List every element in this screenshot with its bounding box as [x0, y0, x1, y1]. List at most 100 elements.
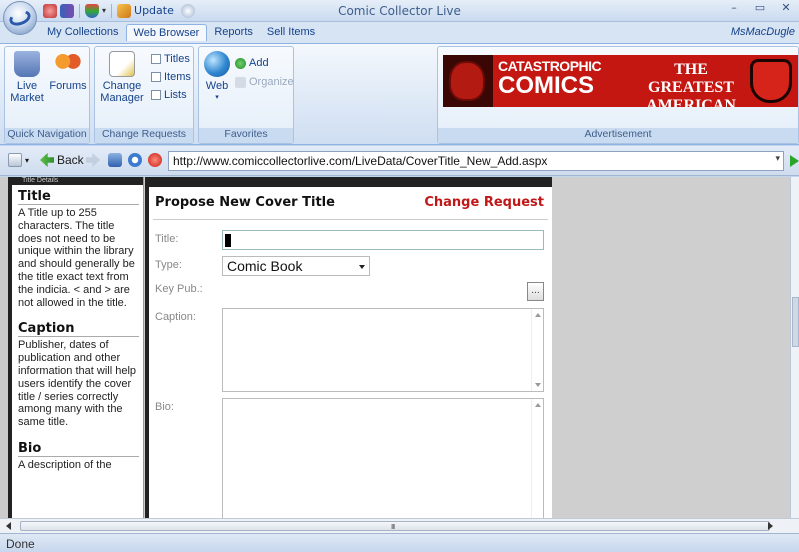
go-icon[interactable]: [790, 155, 799, 167]
stop-button[interactable]: [148, 153, 162, 167]
ad-headline: THE GREATEST AMERICAN HERO: [646, 61, 736, 107]
tab-reports[interactable]: Reports: [207, 24, 260, 41]
help-heading: Caption: [18, 317, 139, 338]
window-title: Comic Collector Live: [338, 4, 461, 18]
group-change-requests: Change Manager Titles Items Lists Change…: [94, 46, 194, 144]
tab-web-browser[interactable]: Web Browser: [125, 24, 208, 41]
url-text: http://www.comiccollectorlive.com/LiveDa…: [173, 154, 548, 168]
organize-button[interactable]: Organize: [235, 76, 294, 88]
dropdown-arrow-icon: ▾: [25, 155, 30, 165]
group-label: Advertisement: [438, 128, 798, 143]
help-section-title: Title A Title up to 255 characters. The …: [12, 185, 143, 317]
cover-title-form: Propose New Cover Title Change Request T…: [145, 177, 552, 523]
live-market-button[interactable]: Live Market: [9, 51, 45, 104]
group-label: Quick Navigation: [5, 128, 89, 143]
scroll-left-icon[interactable]: [6, 522, 11, 530]
tab-sell-items[interactable]: Sell Items: [260, 24, 322, 41]
caption-scrollbar[interactable]: [531, 309, 543, 391]
lists-label: Lists: [164, 89, 187, 101]
add-favorite-button[interactable]: Add: [235, 57, 269, 69]
live-market-label: Live Market: [10, 80, 44, 104]
close-button[interactable]: ✕: [773, 0, 799, 17]
caption-label: Caption:: [155, 311, 196, 323]
emblem-icon: [750, 59, 792, 103]
title-details-panel: Title Details Title A Title up to 255 ch…: [8, 177, 144, 518]
url-dropdown-icon[interactable]: ▾: [775, 153, 780, 164]
add-icon: [235, 57, 246, 69]
type-value: Comic Book: [227, 258, 303, 274]
refresh-icon: [128, 153, 142, 167]
restore-button[interactable]: ▭: [747, 0, 773, 17]
horizontal-scrollbar[interactable]: III: [0, 518, 799, 533]
ad-brand: CATASTROPHIC COMICS: [498, 58, 602, 99]
forums-button[interactable]: Forums: [49, 51, 87, 92]
back-button[interactable]: Back: [40, 153, 84, 167]
title-input[interactable]: [222, 230, 544, 250]
status-bar: Done: [0, 533, 799, 552]
app-menu-button[interactable]: [3, 1, 37, 35]
key-pub-label: Key Pub.:: [155, 283, 203, 295]
window-controls: – ▭ ✕: [721, 0, 799, 17]
panel-header: Title Details: [12, 177, 143, 185]
page-menu-button[interactable]: ▾: [8, 153, 29, 167]
lists-button[interactable]: Lists: [151, 89, 187, 101]
bio-label: Bio:: [155, 401, 174, 413]
help-section-bio: Bio A description of the: [12, 437, 143, 480]
titles-label: Titles: [164, 53, 190, 65]
scroll-right-icon[interactable]: [768, 522, 773, 530]
home-button[interactable]: [108, 153, 122, 167]
page-icon: [8, 153, 22, 167]
titles-button[interactable]: Titles: [151, 53, 190, 65]
ad-banner[interactable]: CATASTROPHIC COMICS THE GREATEST AMERICA…: [443, 55, 798, 107]
forward-button[interactable]: [86, 153, 100, 167]
home-icon: [108, 153, 122, 167]
cart-icon: [14, 51, 40, 77]
people-icon: [55, 51, 81, 77]
navigation-bar: ▾ Back http://www.comiccollectorlive.com…: [0, 146, 799, 176]
bio-scrollbar[interactable]: [531, 399, 543, 522]
type-label: Type:: [155, 259, 182, 271]
stop-icon: [148, 153, 162, 167]
web-dropdown-icon: ▾: [215, 94, 219, 101]
titles-icon: [151, 54, 161, 64]
notepad-icon: [109, 51, 135, 77]
change-manager-label: Change Manager: [100, 80, 144, 104]
title-bar: ▾ Update Comic Collector Live – ▭ ✕: [0, 0, 799, 22]
ribbon-tabs: My Collections Web Browser Reports Sell …: [0, 22, 799, 43]
items-button[interactable]: Items: [151, 71, 191, 83]
group-quick-navigation: Live Market Forums Quick Navigation: [4, 46, 90, 144]
organize-label: Organize: [249, 76, 294, 88]
vertical-scrollbar[interactable]: [790, 177, 799, 518]
globe-icon: [204, 51, 230, 77]
url-bar[interactable]: http://www.comiccollectorlive.com/LiveDa…: [168, 151, 784, 171]
form-title: Propose New Cover Title: [155, 195, 335, 210]
tab-my-collections[interactable]: My Collections: [40, 24, 126, 41]
scroll-thumb[interactable]: III: [20, 521, 770, 531]
type-select[interactable]: Comic Book: [222, 256, 370, 276]
back-label: Back: [57, 153, 84, 167]
minimize-button[interactable]: –: [721, 0, 747, 17]
help-heading: Bio: [18, 437, 139, 457]
scroll-thumb[interactable]: [792, 297, 799, 347]
status-text: Done: [6, 537, 35, 551]
web-button[interactable]: Web ▾: [201, 51, 233, 104]
caption-textarea[interactable]: [222, 308, 544, 392]
help-heading: Title: [18, 185, 139, 205]
group-advertisement: CATASTROPHIC COMICS THE GREATEST AMERICA…: [437, 46, 799, 144]
grip-icon: III: [391, 523, 395, 531]
group-label: Favorites: [199, 128, 293, 143]
web-label: Web: [205, 80, 229, 92]
refresh-button[interactable]: [128, 153, 142, 167]
help-text: A description of the: [18, 458, 112, 471]
user-name[interactable]: MsMacDugle: [731, 26, 795, 38]
browser-content: Title Details Title A Title up to 255 ch…: [0, 177, 799, 523]
ribbon: Live Market Forums Quick Navigation Chan…: [0, 43, 799, 145]
bio-textarea[interactable]: [222, 398, 544, 523]
change-request-badge: Change Request: [424, 195, 544, 210]
add-label: Add: [249, 57, 269, 69]
empty-area: [552, 177, 790, 518]
change-manager-button[interactable]: Change Manager: [97, 51, 147, 104]
skull-icon: [449, 61, 485, 101]
key-pub-browse-button[interactable]: ...: [527, 282, 544, 301]
chevron-down-icon: [359, 265, 365, 269]
